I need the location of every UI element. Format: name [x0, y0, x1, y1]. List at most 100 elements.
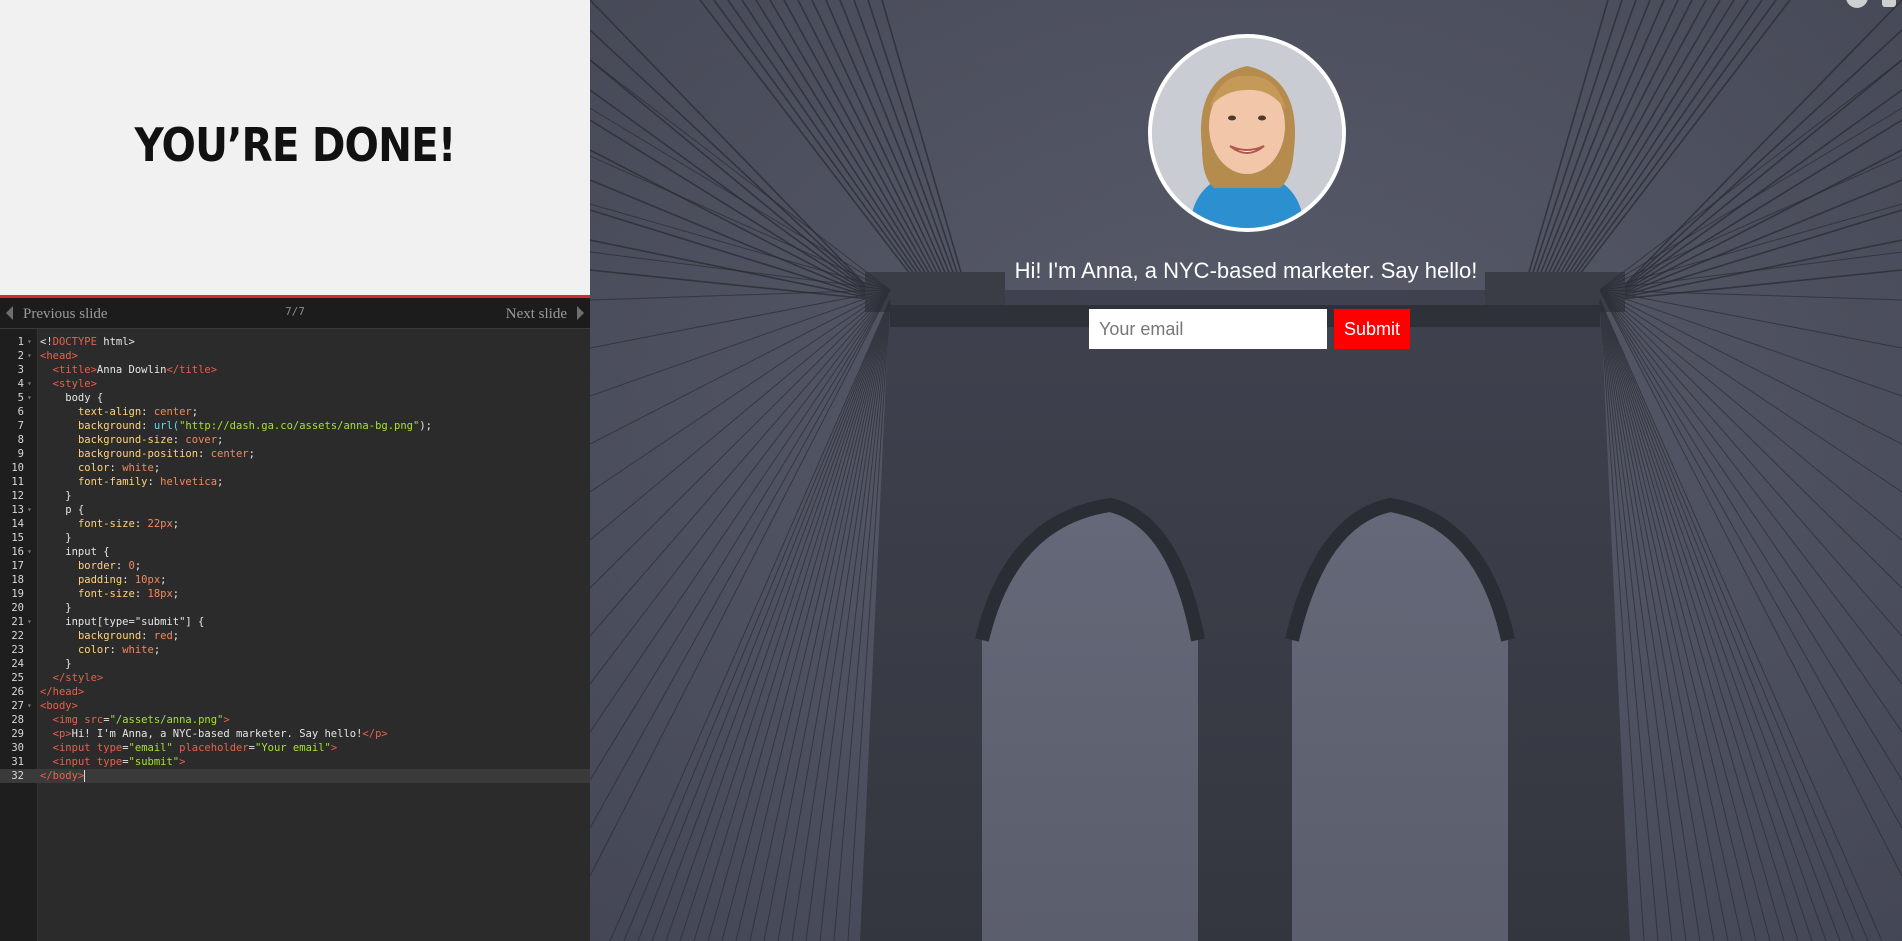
- profile-photo: [1148, 34, 1346, 232]
- live-preview: Hi! I'm Anna, a NYC-based marketer. Say …: [590, 0, 1902, 941]
- code-line[interactable]: 3 <title>Anna Dowlin</title>: [0, 363, 590, 377]
- line-number: 3: [17, 364, 24, 376]
- fold-arrow-icon[interactable]: ▾: [27, 391, 32, 405]
- line-number: 28: [11, 714, 24, 726]
- code-line[interactable]: 23 color: white;: [0, 643, 590, 657]
- code-line[interactable]: 16 ▾ input {: [0, 545, 590, 559]
- code-text: </body>: [40, 770, 86, 782]
- line-number: 31: [11, 756, 24, 768]
- code-line[interactable]: 28 <img src="/assets/anna.png">: [0, 713, 590, 727]
- fold-arrow-icon[interactable]: ▾: [27, 615, 32, 629]
- line-number: 4: [17, 378, 24, 390]
- fold-arrow-icon[interactable]: ▾: [27, 335, 32, 349]
- code-text: body {: [40, 392, 104, 404]
- code-line[interactable]: 5 ▾ body {: [0, 391, 590, 405]
- code-text: background: url("http://dash.ga.co/asset…: [77, 420, 432, 432]
- code-text: font-size: 18px;: [77, 588, 180, 600]
- line-number: 20: [11, 602, 24, 614]
- code-line[interactable]: 20 }: [0, 601, 590, 615]
- code-text: <!DOCTYPE html>: [40, 336, 135, 348]
- code-text: </head>: [40, 686, 85, 698]
- line-number: 10: [11, 462, 24, 474]
- code-text: p {: [40, 504, 85, 516]
- email-input[interactable]: [1089, 309, 1327, 349]
- code-text: }: [40, 658, 72, 670]
- fold-arrow-icon[interactable]: ▾: [27, 503, 32, 517]
- code-line[interactable]: 21 ▾ input[type="submit"] {: [0, 615, 590, 629]
- line-number: 21: [11, 616, 24, 628]
- code-text: padding: 10px;: [77, 574, 167, 586]
- code-line[interactable]: 18 padding: 10px;: [0, 573, 590, 587]
- lesson-slide: YOU’RE DONE!: [0, 0, 590, 298]
- corner-square-icon[interactable]: [1882, 0, 1896, 7]
- fold-arrow-icon[interactable]: ▾: [27, 545, 32, 559]
- line-number: 14: [11, 518, 24, 530]
- next-slide-label: Next slide: [505, 306, 567, 322]
- code-line[interactable]: 32 </body>: [0, 769, 590, 783]
- code-line[interactable]: 26 </head>: [0, 685, 590, 699]
- code-text: <style>: [52, 378, 97, 390]
- code-line[interactable]: 7 background: url("http://dash.ga.co/ass…: [0, 419, 590, 433]
- code-line[interactable]: 27 ▾ <body>: [0, 699, 590, 713]
- code-text: <title>Anna Dowlin</title>: [52, 364, 218, 376]
- code-line[interactable]: 2 ▾ <head>: [0, 349, 590, 363]
- line-number: 5: [17, 392, 24, 404]
- code-text: <head>: [40, 350, 78, 362]
- editor-pane: YOU’RE DONE! Previous slide 7/7 Next sli…: [0, 0, 590, 941]
- fold-arrow-icon[interactable]: ▾: [27, 699, 32, 713]
- code-line[interactable]: 1 ▾ <!DOCTYPE html>: [0, 335, 590, 349]
- code-text: font-family: helvetica;: [77, 476, 224, 488]
- line-number: 1: [17, 336, 24, 348]
- submit-button[interactable]: Submit: [1334, 309, 1410, 349]
- line-number: 24: [11, 658, 24, 670]
- code-line[interactable]: 19 font-size: 18px;: [0, 587, 590, 601]
- code-line[interactable]: 10 color: white;: [0, 461, 590, 475]
- code-text: </style>: [52, 672, 104, 684]
- code-line[interactable]: 11 font-family: helvetica;: [0, 475, 590, 489]
- corner-circle-icon[interactable]: [1846, 0, 1868, 8]
- code-line[interactable]: 25 </style>: [0, 671, 590, 685]
- line-number: 15: [11, 532, 24, 544]
- line-number: 32: [11, 770, 24, 782]
- code-line[interactable]: 29 <p>Hi! I'm Anna, a NYC-based marketer…: [0, 727, 590, 741]
- code-line[interactable]: 4 ▾ <style>: [0, 377, 590, 391]
- code-text: font-size: 22px;: [77, 518, 180, 530]
- code-line[interactable]: 30 <input type="email" placeholder="Your…: [0, 741, 590, 755]
- slide-heading: YOU’RE DONE!: [134, 118, 457, 172]
- code-text: text-align: center;: [77, 406, 199, 418]
- code-line[interactable]: 14 font-size: 22px;: [0, 517, 590, 531]
- line-number: 29: [11, 728, 24, 740]
- line-number: 13: [11, 504, 24, 516]
- code-text: background-position: center;: [77, 448, 255, 460]
- code-text: <input type="submit">: [52, 756, 186, 768]
- code-line[interactable]: 24 }: [0, 657, 590, 671]
- line-number: 11: [11, 476, 24, 488]
- line-number: 22: [11, 630, 24, 642]
- line-number: 19: [11, 588, 24, 600]
- code-text: <input type="email" placeholder="Your em…: [52, 742, 338, 754]
- triangle-right-icon: [577, 306, 584, 321]
- code-text: border: 0;: [77, 560, 142, 572]
- code-line[interactable]: 9 background-position: center;: [0, 447, 590, 461]
- code-text: <body>: [40, 700, 78, 712]
- code-line[interactable]: 13 ▾ p {: [0, 503, 590, 517]
- line-number: 6: [17, 406, 24, 418]
- code-text: <img src="/assets/anna.png">: [52, 714, 230, 726]
- text-cursor: [84, 770, 86, 782]
- code-text: color: white;: [77, 644, 161, 656]
- line-number: 12: [11, 490, 24, 502]
- code-text: }: [40, 490, 72, 502]
- code-text: <p>Hi! I'm Anna, a NYC-based marketer. S…: [52, 728, 388, 740]
- fold-arrow-icon[interactable]: ▾: [27, 349, 32, 363]
- code-editor[interactable]: 1 ▾ <!DOCTYPE html> 2 ▾ <head> 3 <title>Anna D…: [0, 329, 590, 941]
- code-line[interactable]: 8 background-size: cover;: [0, 433, 590, 447]
- next-slide-button[interactable]: Next slide: [506, 298, 584, 328]
- code-line[interactable]: 12 }: [0, 489, 590, 503]
- code-line[interactable]: 17 border: 0;: [0, 559, 590, 573]
- code-line[interactable]: 15 }: [0, 531, 590, 545]
- line-number: 16: [11, 546, 24, 558]
- code-line[interactable]: 31 <input type="submit">: [0, 755, 590, 769]
- code-line[interactable]: 6 text-align: center;: [0, 405, 590, 419]
- code-line[interactable]: 22 background: red;: [0, 629, 590, 643]
- fold-arrow-icon[interactable]: ▾: [27, 377, 32, 391]
